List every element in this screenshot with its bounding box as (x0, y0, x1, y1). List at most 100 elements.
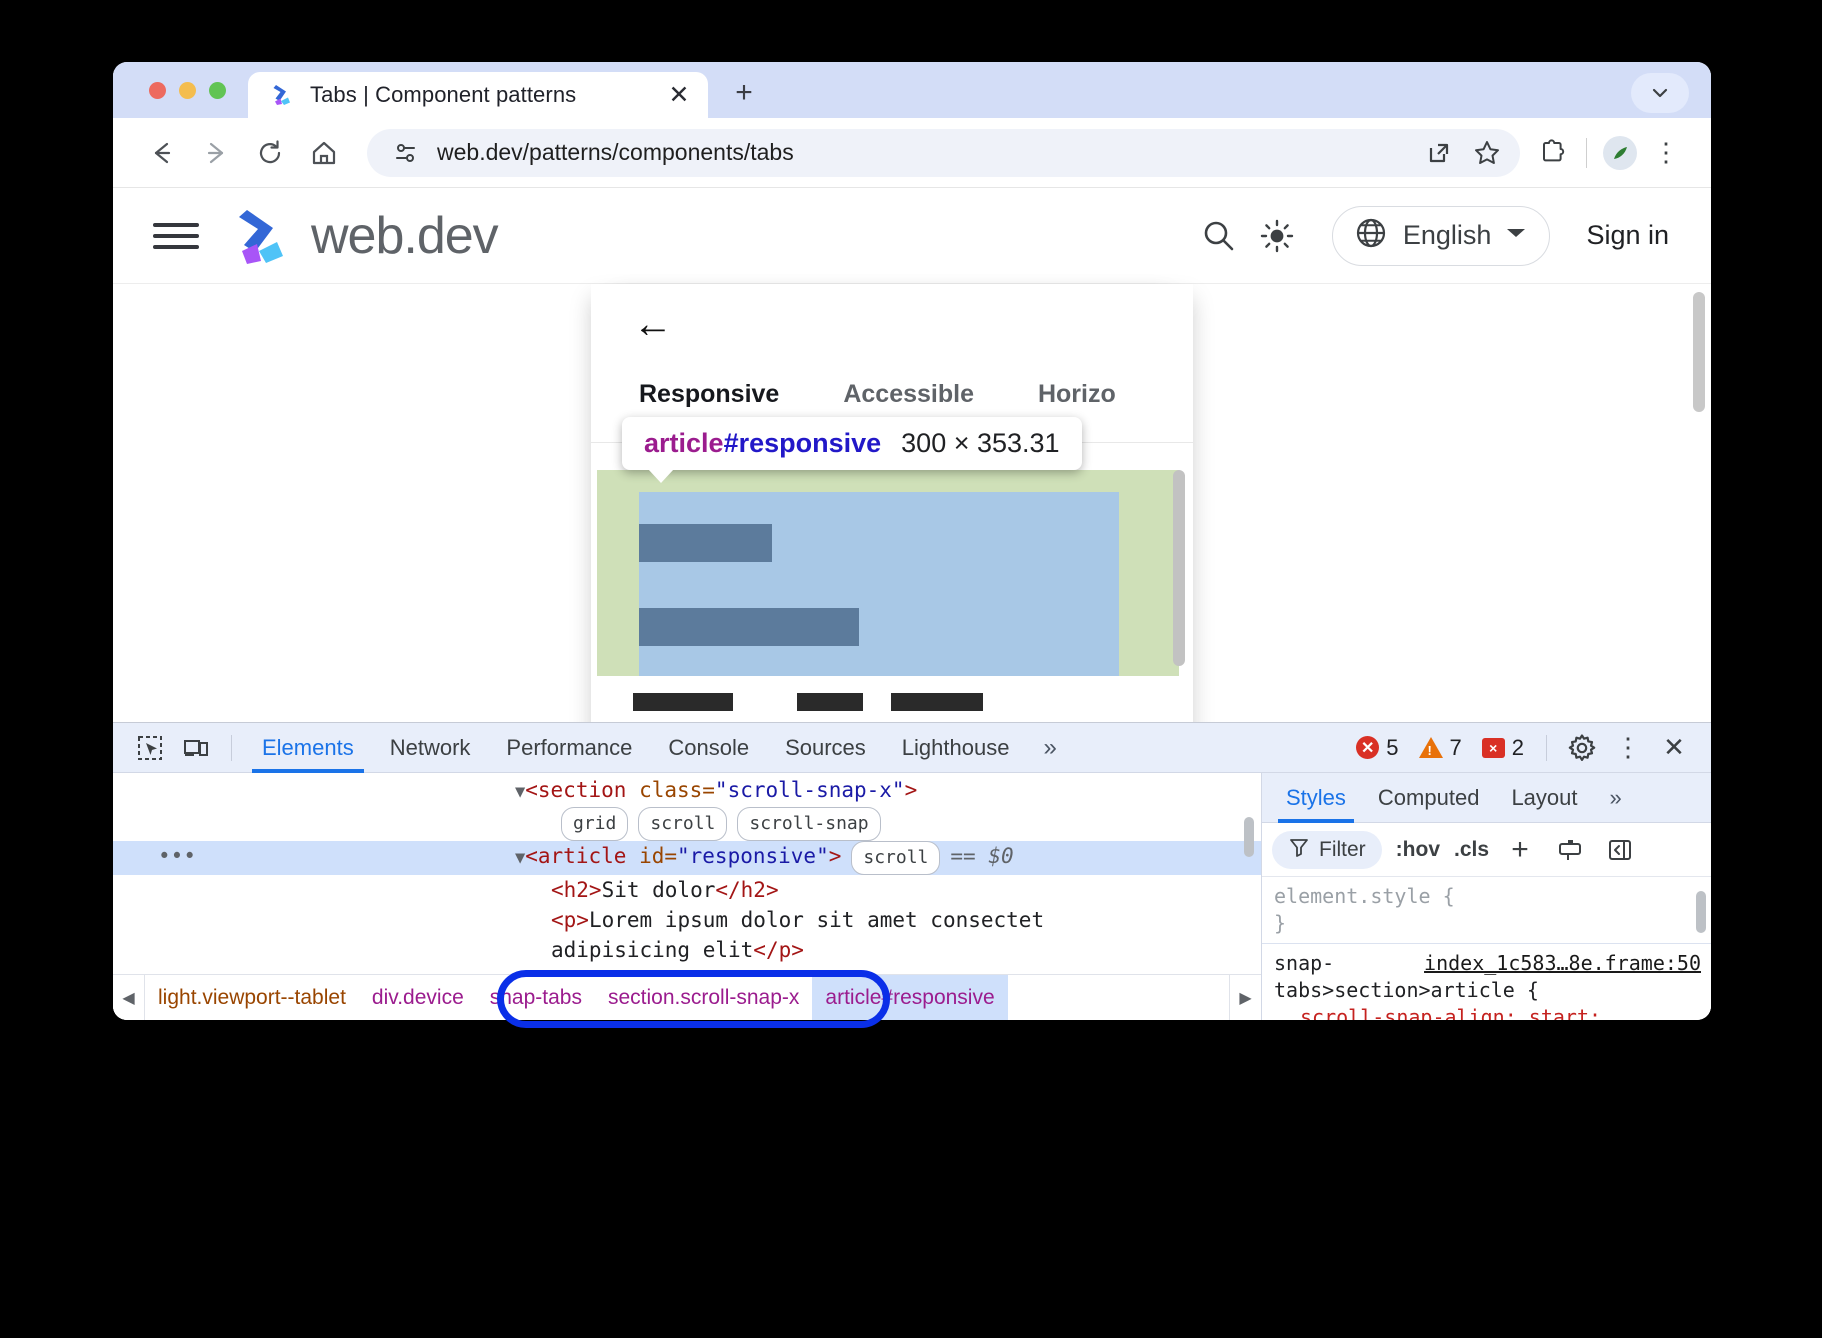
styles-more-tabs-button[interactable]: » (1594, 773, 1638, 823)
inspect-element-icon[interactable] (127, 728, 173, 768)
error-counter[interactable]: ✕ 5 (1356, 735, 1398, 761)
site-brand-name: web.dev (311, 206, 498, 266)
bookmark-star-icon[interactable] (1470, 136, 1504, 170)
expand-triangle-icon[interactable]: ▼ (515, 782, 525, 802)
minimize-window-button[interactable] (179, 82, 196, 99)
breadcrumb-scroll-left[interactable]: ◀ (113, 975, 145, 1021)
gear-icon[interactable] (1559, 728, 1605, 768)
dom-row-menu-icon[interactable]: ••• (113, 841, 241, 871)
extensions-icon[interactable] (1530, 130, 1576, 176)
devtools-tab-sources[interactable]: Sources (767, 723, 884, 773)
dom-row-selected[interactable]: •••▼<article id="responsive">scroll== $0 (113, 841, 1261, 875)
device-toolbar-icon[interactable] (173, 728, 219, 768)
tab-computed[interactable]: Computed (1362, 773, 1496, 823)
breadcrumb-item-device[interactable]: div.device (359, 975, 477, 1021)
demo-back-arrow[interactable]: ← (633, 304, 673, 344)
toggle-element-state-button[interactable]: :hov (1396, 838, 1440, 862)
sign-in-link[interactable]: Sign in (1586, 220, 1669, 251)
address-bar-url: web.dev/patterns/components/tabs (437, 139, 1408, 166)
dom-row[interactable]: <p>Lorem ipsum dolor sit amet consectet (113, 905, 1261, 935)
toggle-sidebar-icon[interactable] (1601, 831, 1639, 869)
open-in-new-icon[interactable] (1422, 136, 1456, 170)
demo-tab-horizontal[interactable]: Horizo (1038, 380, 1116, 409)
warning-counter[interactable]: 7 (1419, 735, 1462, 761)
close-window-button[interactable] (149, 82, 166, 99)
devtools-close-button[interactable]: ✕ (1651, 728, 1697, 768)
demo-tab-accessible[interactable]: Accessible (843, 380, 974, 409)
css-declaration[interactable]: scroll-snap-align: start; (1274, 1004, 1701, 1020)
breadcrumb-label: section.scroll-snap-x (608, 986, 799, 1009)
breadcrumb-item-article[interactable]: article#responsive (812, 975, 1007, 1021)
webdev-logo-icon (270, 82, 296, 108)
badge-scroll-snap[interactable]: scroll-snap (737, 807, 880, 841)
search-icon[interactable] (1190, 207, 1248, 265)
dom-text: adipisicing elit (551, 938, 753, 962)
sun-icon[interactable] (1248, 207, 1306, 265)
browser-window: Tabs | Component patterns ✕ + (113, 62, 1711, 1020)
demo-tab-responsive[interactable]: Responsive (639, 380, 779, 409)
maximize-window-button[interactable] (209, 82, 226, 99)
new-style-rule-icon[interactable] (1551, 831, 1589, 869)
address-bar[interactable]: web.dev/patterns/components/tabs (367, 129, 1520, 177)
violation-count: 2 (1512, 735, 1524, 761)
expand-triangle-icon[interactable]: ▼ (515, 848, 525, 868)
dom-text: Lorem ipsum dolor sit amet consectet (589, 908, 1044, 932)
dom-tag-open: <p> (551, 908, 589, 932)
site-settings-icon[interactable] (389, 136, 423, 170)
chevron-down-icon (1505, 226, 1527, 245)
breadcrumb-item-snap-tabs[interactable]: snap-tabs (477, 975, 595, 1021)
language-selector[interactable]: English (1332, 206, 1551, 266)
css-rule-element-style[interactable]: element.style { } (1262, 877, 1711, 944)
forward-button[interactable] (189, 126, 243, 180)
css-source-link[interactable]: index_1c583…8e.frame:50 (1424, 950, 1701, 977)
avatar (1603, 136, 1637, 170)
styles-scrollbar[interactable] (1696, 891, 1706, 933)
dom-row[interactable]: adipisicing elit</p> (113, 935, 1261, 965)
hamburger-icon[interactable] (153, 213, 199, 259)
badge-scroll[interactable]: scroll (638, 807, 727, 841)
demo-inner-scrollbar[interactable] (1173, 470, 1185, 666)
violation-counter[interactable]: × 2 (1482, 735, 1524, 761)
page-scrollbar[interactable] (1693, 292, 1705, 412)
browser-tab[interactable]: Tabs | Component patterns ✕ (248, 72, 708, 118)
browser-menu-button[interactable]: ⋮ (1643, 130, 1689, 176)
new-style-rule-button[interactable]: + (1501, 831, 1539, 869)
toggle-class-button[interactable]: .cls (1454, 838, 1489, 862)
dom-row-text: <section (525, 778, 626, 802)
devtools-tab-network[interactable]: Network (372, 723, 489, 773)
chevron-down-icon[interactable] (1631, 73, 1689, 113)
devtools-tab-lighthouse[interactable]: Lighthouse (884, 723, 1028, 773)
breadcrumb-scroll-right[interactable]: ▶ (1229, 975, 1261, 1021)
warning-count: 7 (1450, 735, 1462, 761)
css-rule-snap-tabs[interactable]: index_1c583…8e.frame:50 snap-tabs>sectio… (1262, 944, 1711, 1020)
css-rules-area[interactable]: element.style { } index_1c583…8e.frame:5… (1262, 877, 1711, 1020)
devtools-tab-console[interactable]: Console (650, 723, 767, 773)
styles-filter-input[interactable]: Filter (1272, 831, 1382, 869)
dom-tag-name: <article (525, 844, 626, 868)
language-label: English (1403, 220, 1492, 251)
devtools-kebab-menu[interactable]: ⋮ (1605, 728, 1651, 768)
badge-scroll[interactable]: scroll (851, 841, 940, 875)
skeleton-bar (639, 524, 772, 562)
dom-row[interactable]: <h2>Sit dolor</h2> (113, 875, 1261, 905)
reload-button[interactable] (243, 126, 297, 180)
tab-layout[interactable]: Layout (1495, 773, 1593, 823)
new-tab-button[interactable]: + (724, 73, 764, 113)
tab-styles[interactable]: Styles (1270, 773, 1362, 823)
close-tab-button[interactable]: ✕ (664, 80, 694, 110)
error-icon: ✕ (1356, 736, 1379, 759)
devtools-tab-elements[interactable]: Elements (244, 723, 372, 773)
home-button[interactable] (297, 126, 351, 180)
back-button[interactable] (135, 126, 189, 180)
breadcrumb-item-section[interactable]: section.scroll-snap-x (595, 975, 812, 1021)
dom-tree-scrollbar[interactable] (1244, 817, 1254, 857)
dom-row[interactable]: ▼<section class="scroll-snap-x"> (113, 775, 1261, 807)
breadcrumb-item-viewport[interactable]: light.viewport--tablet (145, 975, 359, 1021)
breadcrumb-label: article#responsive (825, 986, 994, 1009)
badge-grid[interactable]: grid (561, 807, 628, 841)
globe-icon (1353, 215, 1389, 256)
devtools-more-tabs-button[interactable]: » (1027, 734, 1072, 762)
devtools-tab-performance[interactable]: Performance (488, 723, 650, 773)
profile-avatar[interactable] (1597, 130, 1643, 176)
dom-tag-close: > (905, 778, 918, 802)
